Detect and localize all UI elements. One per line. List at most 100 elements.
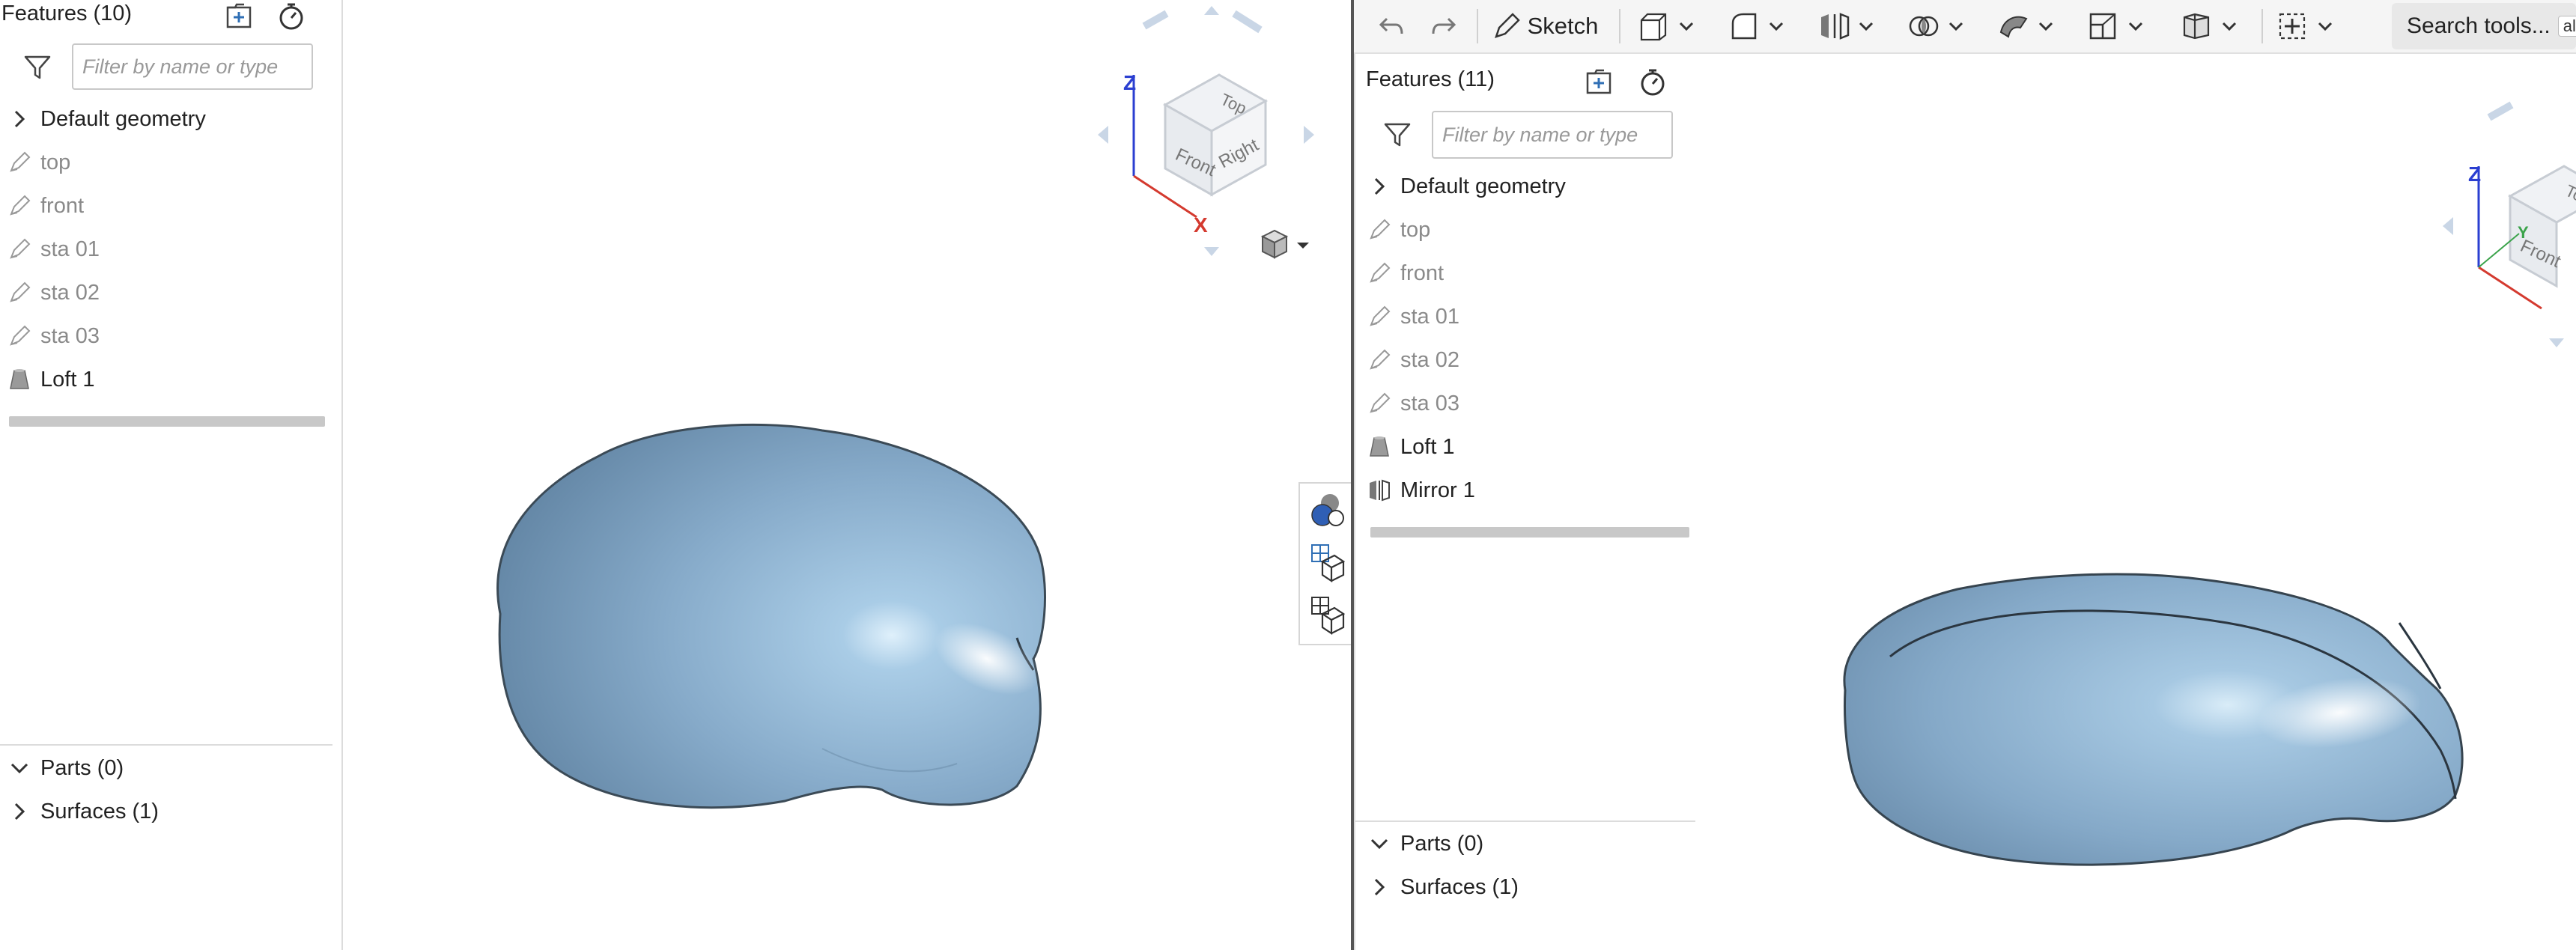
right-graphics-viewport[interactable]: Top Front Z Y (1703, 54, 2576, 950)
main-toolbar: Sketch Search tools... alt (1354, 0, 2576, 54)
filter-icon[interactable] (22, 52, 52, 82)
filter-input[interactable] (73, 45, 312, 88)
features-title: Features (10) (1, 1, 133, 25)
feature-item[interactable]: sta 01 (1367, 295, 1475, 338)
chevron-right-icon[interactable] (1367, 174, 1391, 198)
pencil-icon (1493, 13, 1520, 40)
surfaces-label: Surfaces (1) (1400, 874, 1519, 899)
loft-icon (7, 368, 31, 392)
filter-input-box[interactable] (72, 43, 313, 90)
display-states-icon[interactable] (1309, 594, 1345, 635)
insert-tool[interactable] (2266, 0, 2348, 52)
boolean-icon (1908, 11, 1968, 41)
chevron-right-icon[interactable] (1367, 875, 1391, 899)
loft-surface-body[interactable] (496, 423, 1046, 809)
parts-label: Parts (0) (1400, 831, 1484, 856)
view-cube-menu-icon[interactable] (1260, 229, 1309, 259)
undo-button[interactable] (1369, 0, 1414, 52)
appearance-icon[interactable] (1309, 491, 1345, 532)
default-geometry-row[interactable]: Default geometry (1367, 165, 1566, 208)
redo-icon (1429, 11, 1459, 41)
default-geometry-row[interactable]: Default geometry (7, 97, 206, 141)
redo-button[interactable] (1421, 0, 1466, 52)
view-cube[interactable]: Top Front Z Y (2443, 101, 2576, 347)
loft-icon (1367, 435, 1391, 459)
boolean-tool[interactable] (1901, 0, 1975, 52)
fillet-tool[interactable] (1721, 0, 1796, 52)
pencil-icon (1367, 261, 1391, 285)
pencil-icon (1367, 392, 1391, 415)
add-folder-icon[interactable] (1585, 67, 1617, 97)
toolbar-separator (1619, 9, 1620, 43)
left-feature-panel: Features (10) Default geometry top front… (0, 0, 343, 950)
surfaces-row[interactable]: Surfaces (1) (1367, 865, 1519, 909)
filter-input[interactable] (1433, 112, 1671, 157)
axis-x-label: X (1194, 213, 1208, 237)
parts-row[interactable]: Parts (0) (1367, 822, 1483, 865)
pencil-icon (7, 150, 31, 174)
feature-item[interactable]: Loft 1 (1367, 425, 1475, 469)
sketch-label: Sketch (1527, 13, 1599, 39)
feature-label: sta 03 (40, 323, 100, 348)
feature-label: Loft 1 (40, 367, 95, 392)
undo-icon (1376, 11, 1406, 41)
parts-row[interactable]: Parts (0) (7, 746, 124, 790)
feature-item[interactable]: Mirror 1 (1367, 469, 1475, 512)
feature-item[interactable]: sta 02 (7, 271, 100, 314)
search-tools-button[interactable]: Search tools... alt (2392, 3, 2576, 49)
feature-item[interactable]: Loft 1 (7, 358, 100, 401)
left-graphics-viewport[interactable]: Top Front Right Z X (343, 0, 1351, 950)
feature-label: top (1400, 217, 1431, 242)
axis-z-label: Z (1123, 71, 1136, 94)
feature-list-scrollbar[interactable] (9, 416, 325, 427)
filter-icon[interactable] (1382, 120, 1412, 150)
shortcut-badge: alt (2557, 16, 2576, 37)
extrude-tool[interactable] (1631, 0, 1706, 52)
feature-label: sta 03 (1400, 391, 1459, 415)
feature-item[interactable]: front (7, 184, 100, 228)
surface-tool[interactable] (1990, 0, 2065, 52)
pencil-icon (7, 194, 31, 218)
toolbar-separator (1477, 9, 1478, 43)
feature-item[interactable]: sta 03 (1367, 382, 1475, 425)
sketch-button[interactable]: Sketch (1486, 0, 1606, 52)
feature-list: top front sta 01 sta 02 sta 03 Loft 1 Mi… (1367, 208, 1475, 512)
chevron-right-icon[interactable] (7, 107, 31, 131)
add-folder-icon[interactable] (225, 1, 258, 31)
pencil-icon (7, 237, 31, 261)
search-tools-label: Search tools... (2407, 13, 2551, 38)
plane-tool[interactable] (2080, 0, 2155, 52)
part-studio-icon (2181, 11, 2241, 41)
axis-z-label: Z (2468, 162, 2481, 186)
stopwatch-icon[interactable] (276, 0, 307, 31)
mirror-tool[interactable] (1811, 0, 1886, 52)
pencil-icon (1367, 305, 1391, 329)
feature-item[interactable]: sta 01 (7, 228, 100, 271)
feature-item[interactable]: top (7, 141, 100, 184)
feature-label: sta 01 (40, 237, 100, 261)
feature-list-scrollbar[interactable] (1370, 527, 1689, 538)
part-studio-tool[interactable] (2170, 0, 2253, 52)
chevron-right-icon[interactable] (7, 800, 31, 823)
feature-label: front (1400, 261, 1445, 285)
section-divider (0, 744, 332, 746)
pencil-icon (1367, 218, 1391, 242)
features-title: Features (11) (1366, 67, 1495, 91)
axis-y-label: Y (2518, 223, 2529, 242)
surfaces-label: Surfaces (1) (40, 799, 159, 823)
feature-item[interactable]: sta 03 (7, 314, 100, 358)
plane-icon (2088, 11, 2148, 41)
feature-label: sta 02 (1400, 347, 1459, 372)
feature-item[interactable]: front (1367, 252, 1475, 295)
pencil-icon (1367, 348, 1391, 372)
filter-input-box[interactable] (1432, 111, 1673, 159)
surfaces-row[interactable]: Surfaces (1) (7, 790, 159, 833)
feature-item[interactable]: sta 02 (1367, 338, 1475, 382)
feature-item[interactable]: top (1367, 208, 1475, 252)
chevron-down-icon[interactable] (1367, 832, 1391, 856)
section-view-icon[interactable] (1309, 542, 1345, 582)
pencil-icon (7, 324, 31, 348)
stopwatch-icon[interactable] (1637, 66, 1668, 97)
view-cube[interactable]: Top Front Right Z X (1098, 6, 1314, 256)
chevron-down-icon[interactable] (7, 756, 31, 780)
